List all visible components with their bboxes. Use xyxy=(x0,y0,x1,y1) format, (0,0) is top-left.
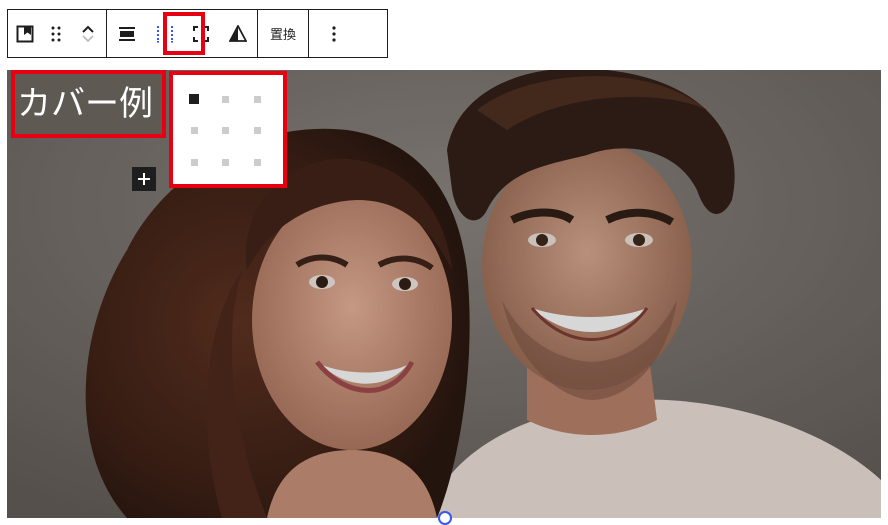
matrix-cell-bottom-left[interactable] xyxy=(191,159,198,166)
toolbar-group-tools xyxy=(107,10,258,57)
matrix-cell-middle-right[interactable] xyxy=(254,127,261,134)
block-toolbar: 置換 xyxy=(7,9,388,58)
cover-block-icon xyxy=(16,25,34,42)
move-up-icon[interactable] xyxy=(81,24,95,34)
align-wide-icon xyxy=(119,26,135,41)
matrix-cell-bottom-center[interactable] xyxy=(222,159,229,166)
toolbar-group-block xyxy=(8,10,107,57)
content-position-matrix xyxy=(169,71,287,188)
cover-block[interactable]: カバー例 xyxy=(7,70,881,518)
duotone-button[interactable] xyxy=(219,10,257,57)
duotone-icon xyxy=(229,24,247,42)
position-grid-icon xyxy=(157,25,173,43)
toolbar-group-replace: 置換 xyxy=(258,10,310,57)
add-block-button[interactable] xyxy=(132,167,156,191)
matrix-cell-top-left[interactable] xyxy=(189,94,199,104)
toolbar-group-options xyxy=(309,10,359,57)
drag-handle-icon xyxy=(51,26,61,41)
move-buttons xyxy=(70,10,106,57)
resize-handle[interactable] xyxy=(438,511,452,525)
matrix-cell-top-right[interactable] xyxy=(254,96,261,103)
matrix-cell-middle-center[interactable] xyxy=(222,127,229,134)
matrix-cell-bottom-right[interactable] xyxy=(254,159,261,166)
full-height-button[interactable] xyxy=(183,10,219,57)
align-button[interactable] xyxy=(107,10,147,57)
matrix-cell-middle-left[interactable] xyxy=(191,127,198,134)
more-vertical-icon xyxy=(332,25,336,42)
cover-title[interactable]: カバー例 xyxy=(11,70,166,138)
matrix-cell-top-center[interactable] xyxy=(222,96,229,103)
cover-block-type-button[interactable] xyxy=(8,10,42,57)
fullscreen-icon xyxy=(193,25,209,42)
replace-button[interactable]: 置換 xyxy=(258,10,308,57)
plus-icon xyxy=(138,173,150,185)
move-down-icon[interactable] xyxy=(81,34,95,44)
drag-handle[interactable] xyxy=(42,10,70,57)
content-position-button[interactable] xyxy=(147,10,183,57)
options-button[interactable] xyxy=(309,10,359,57)
